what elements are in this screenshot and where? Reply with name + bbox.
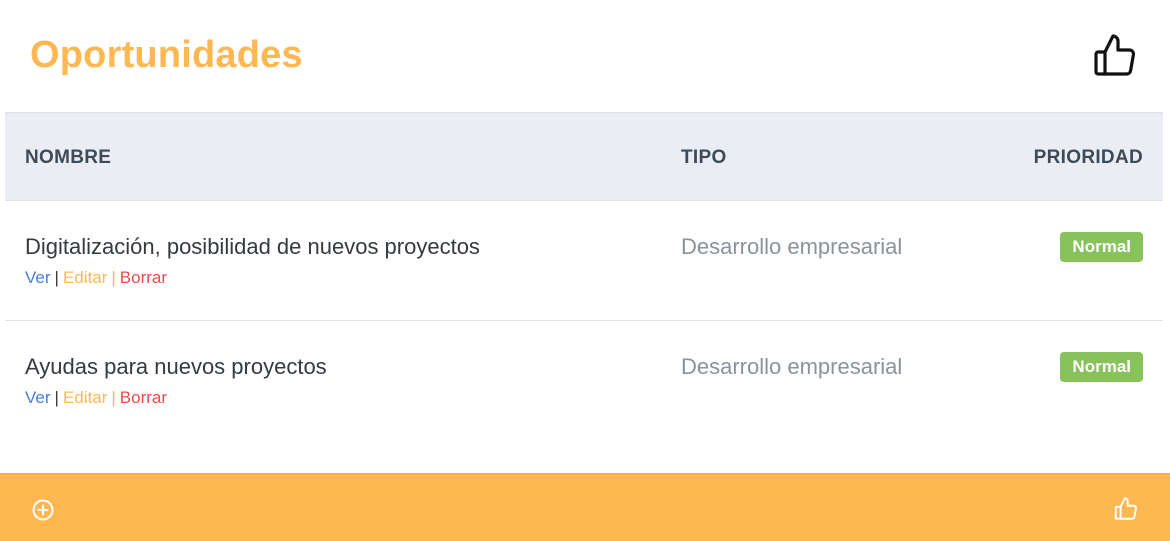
column-header-tipo[interactable]: TIPO xyxy=(681,147,727,169)
thumbs-up-icon xyxy=(1094,34,1136,76)
plus-circle-icon[interactable] xyxy=(31,498,55,522)
edit-link[interactable]: Editar xyxy=(63,388,107,407)
action-separator: | xyxy=(111,268,116,287)
page-title: Oportunidades xyxy=(30,34,303,76)
opportunity-name: Digitalización, posibilidad de nuevos pr… xyxy=(25,234,480,259)
table-row: Ayudas para nuevos proyectos Ver | Editar |… xyxy=(5,321,1163,441)
action-separator: | xyxy=(54,268,59,287)
priority-badge: Normal xyxy=(1060,232,1143,262)
opportunity-type: Desarrollo empresarial xyxy=(681,234,903,259)
thumbs-up-icon[interactable] xyxy=(1113,496,1139,522)
priority-badge: Normal xyxy=(1060,352,1143,382)
view-link[interactable]: Ver xyxy=(25,268,51,287)
row-actions: Ver | Editar | Borrar xyxy=(25,388,167,408)
delete-link[interactable]: Borrar xyxy=(120,268,167,287)
view-link[interactable]: Ver xyxy=(25,388,51,407)
column-header-prioridad[interactable]: PRIORIDAD xyxy=(1034,147,1143,169)
column-header-nombre[interactable]: NOMBRE xyxy=(25,147,111,169)
opportunity-name: Ayudas para nuevos proyectos xyxy=(25,354,327,379)
card-header: Oportunidades xyxy=(0,0,1170,112)
opportunities-table: NOMBRE TIPO PRIORIDAD Digitalización, po… xyxy=(5,112,1163,441)
edit-link[interactable]: Editar xyxy=(63,268,107,287)
action-separator: | xyxy=(111,388,116,407)
table-header: NOMBRE TIPO PRIORIDAD xyxy=(5,112,1163,201)
action-separator: | xyxy=(54,388,59,407)
opportunity-type: Desarrollo empresarial xyxy=(681,354,903,379)
table-row: Digitalización, posibilidad de nuevos pr… xyxy=(5,201,1163,321)
card-footer xyxy=(0,473,1170,541)
row-actions: Ver | Editar | Borrar xyxy=(25,268,167,288)
delete-link[interactable]: Borrar xyxy=(120,388,167,407)
